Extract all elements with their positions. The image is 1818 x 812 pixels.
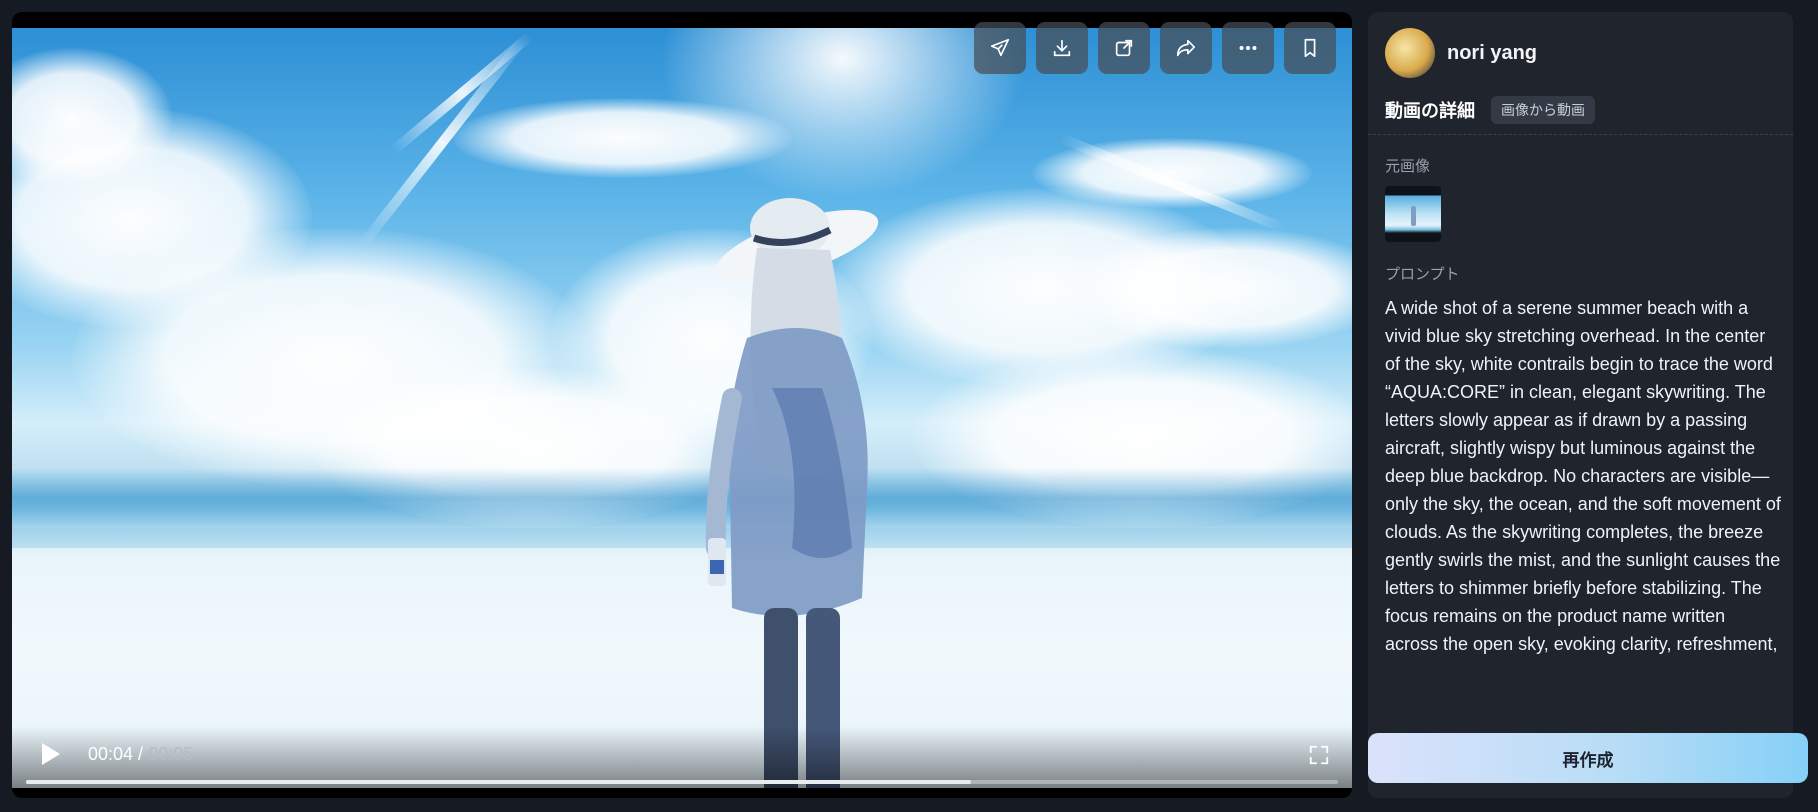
duration: 00:05 xyxy=(148,744,194,764)
mode-badge: 画像から動画 xyxy=(1491,96,1595,124)
video-player[interactable]: 00:04 / 00:05 xyxy=(12,12,1352,798)
more-button[interactable] xyxy=(1222,22,1274,74)
share-button[interactable] xyxy=(1160,22,1212,74)
cloud xyxy=(452,98,792,178)
divider xyxy=(1368,134,1793,135)
video-frame[interactable] xyxy=(12,28,1352,788)
send-button[interactable] xyxy=(974,22,1026,74)
ocean-horizon xyxy=(12,468,1352,528)
time-display: 00:04 / 00:05 xyxy=(88,744,193,765)
progress-bar[interactable] xyxy=(26,780,1338,784)
player-controls: 00:04 / 00:05 xyxy=(12,726,1352,798)
bookmark-button[interactable] xyxy=(1284,22,1336,74)
prompt-label: プロンプト xyxy=(1385,266,1460,283)
progress-fill xyxy=(26,780,971,784)
open-external-icon xyxy=(1115,39,1133,57)
woman-figure xyxy=(705,198,879,788)
more-icon xyxy=(1239,45,1257,51)
source-image-label: 元画像 xyxy=(1385,158,1431,175)
detail-panel: nori yang 動画の詳細 画像から動画 元画像 プロンプト A wide … xyxy=(1368,12,1793,798)
recreate-button[interactable]: 再作成 xyxy=(1368,733,1808,783)
recreate-area: 再作成 xyxy=(1368,733,1808,795)
details-header: 動画の詳細 画像から動画 xyxy=(1385,96,1595,124)
download-icon xyxy=(1053,39,1071,57)
username[interactable]: nori yang xyxy=(1447,42,1537,65)
avatar[interactable] xyxy=(1385,28,1435,78)
share-icon xyxy=(1176,39,1196,57)
current-time: 00:04 xyxy=(88,744,134,764)
bookmark-icon xyxy=(1304,38,1316,58)
time-separator: / xyxy=(133,744,149,764)
fullscreen-icon[interactable] xyxy=(1308,744,1330,766)
source-image-thumbnail[interactable] xyxy=(1385,186,1441,242)
download-button[interactable] xyxy=(1036,22,1088,74)
prompt-text: A wide shot of a serene summer beach wit… xyxy=(1385,298,1781,654)
user-row[interactable]: nori yang xyxy=(1385,28,1537,78)
video-actions xyxy=(974,22,1336,74)
details-title: 動画の詳細 xyxy=(1385,101,1475,121)
open-external-button[interactable] xyxy=(1098,22,1150,74)
play-icon[interactable] xyxy=(34,738,66,770)
send-icon xyxy=(990,38,1010,57)
